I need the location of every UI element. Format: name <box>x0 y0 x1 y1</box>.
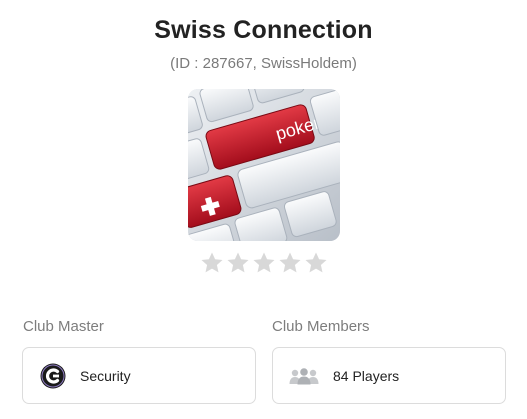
club-title: Swiss Connection <box>154 16 373 44</box>
star-empty-icon <box>227 252 249 273</box>
club-master-card[interactable]: Security <box>22 347 256 404</box>
club-members-count: 84 Players <box>333 367 400 384</box>
poker-keyboard-image: poker <box>188 89 340 241</box>
club-master-label: Club Master <box>23 318 104 335</box>
star-empty-icon <box>253 252 275 273</box>
club-members-card[interactable]: 84 Players <box>272 347 506 404</box>
star-empty-icon <box>279 252 301 273</box>
club-id-line: (ID : 287667, SwissHoldem) <box>170 55 357 72</box>
star-empty-icon <box>305 252 327 273</box>
club-image: poker <box>188 89 340 241</box>
players-group-icon <box>289 367 319 384</box>
rating-stars <box>200 248 328 278</box>
star-empty-icon <box>201 252 223 273</box>
c-logo-avatar-icon <box>40 363 66 388</box>
club-master-name: Security <box>80 367 131 384</box>
club-members-label: Club Members <box>272 318 370 335</box>
